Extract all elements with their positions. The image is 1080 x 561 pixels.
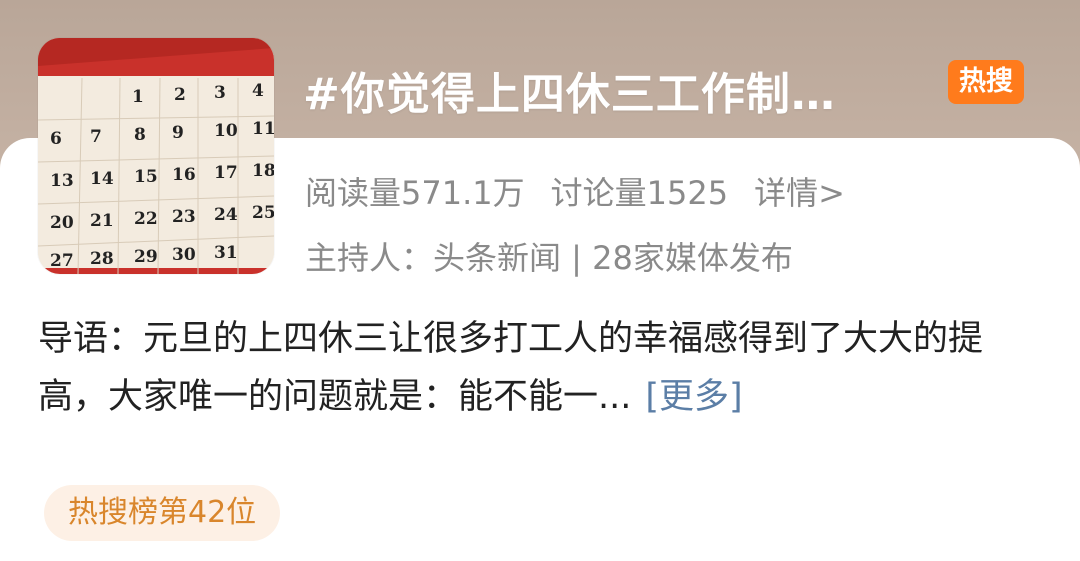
calendar-day: 7 <box>90 127 102 147</box>
topic-intro: 导语：元旦的上四休三让很多打工人的幸福感得到了大大的提高，大家唯一的问题就是：能… <box>38 310 1048 426</box>
hot-search-badge: 热搜 <box>948 60 1024 104</box>
host-info: 主持人：头条新闻 | 28家媒体发布 <box>305 239 793 277</box>
calendar-day: 2 <box>174 85 186 105</box>
calendar-day: 6 <box>50 129 62 149</box>
detail-link[interactable]: 详情> <box>754 174 845 212</box>
calendar-day: 13 <box>50 171 74 191</box>
read-count: 阅读量571.1万 <box>305 174 525 212</box>
calendar-day: 11 <box>252 119 274 139</box>
calendar-day: 28 <box>90 249 114 269</box>
calendar-day: 10 <box>214 121 238 141</box>
hot-rank-badge[interactable]: 热搜榜第42位 <box>44 485 281 541</box>
calendar-day: 1 <box>132 87 144 107</box>
calendar-photo-icon: 1 2 3 46 7 8 9 10 1113 14 15 16 17 1820 21 22 23 24 2527 28… <box>38 38 274 274</box>
more-link[interactable]: [更多] <box>645 377 742 417</box>
calendar-day: 31 <box>214 243 238 263</box>
calendar-day: 25 <box>252 203 274 223</box>
intro-text: 导语：元旦的上四休三让很多打工人的幸福感得到了大大的提高，大家唯一的问题就是：能… <box>38 319 984 417</box>
calendar-day: 8 <box>134 125 146 145</box>
calendar-day: 22 <box>134 209 158 229</box>
calendar-day: 24 <box>214 205 238 225</box>
discussion-count: 讨论量1525 <box>550 174 729 212</box>
calendar-day: 16 <box>172 165 196 185</box>
calendar-day: 29 <box>134 247 158 267</box>
calendar-day: 20 <box>50 213 74 233</box>
calendar-day: 9 <box>172 123 184 143</box>
calendar-day: 27 <box>50 251 74 271</box>
calendar-day: 18 <box>252 161 274 181</box>
calendar-day: 3 <box>214 83 226 103</box>
calendar-day: 14 <box>90 169 114 189</box>
calendar-thumbnail[interactable]: 1 2 3 4 6 7 8 9 10 11 13 14 15 16 17 18 20 21 22 23 24 25 27 28… <box>38 38 274 274</box>
calendar-day: 15 <box>134 167 158 187</box>
topic-title[interactable]: #你觉得上四休三工作制… <box>303 58 836 122</box>
calendar-day: 17 <box>214 163 238 183</box>
calendar-day: 23 <box>172 207 196 227</box>
calendar-day: 30 <box>172 245 196 265</box>
calendar-day: 21 <box>90 211 114 231</box>
calendar-day: 4 <box>252 81 264 101</box>
topic-stats: 阅读量571.1万 讨论量1525 详情> <box>305 168 845 214</box>
